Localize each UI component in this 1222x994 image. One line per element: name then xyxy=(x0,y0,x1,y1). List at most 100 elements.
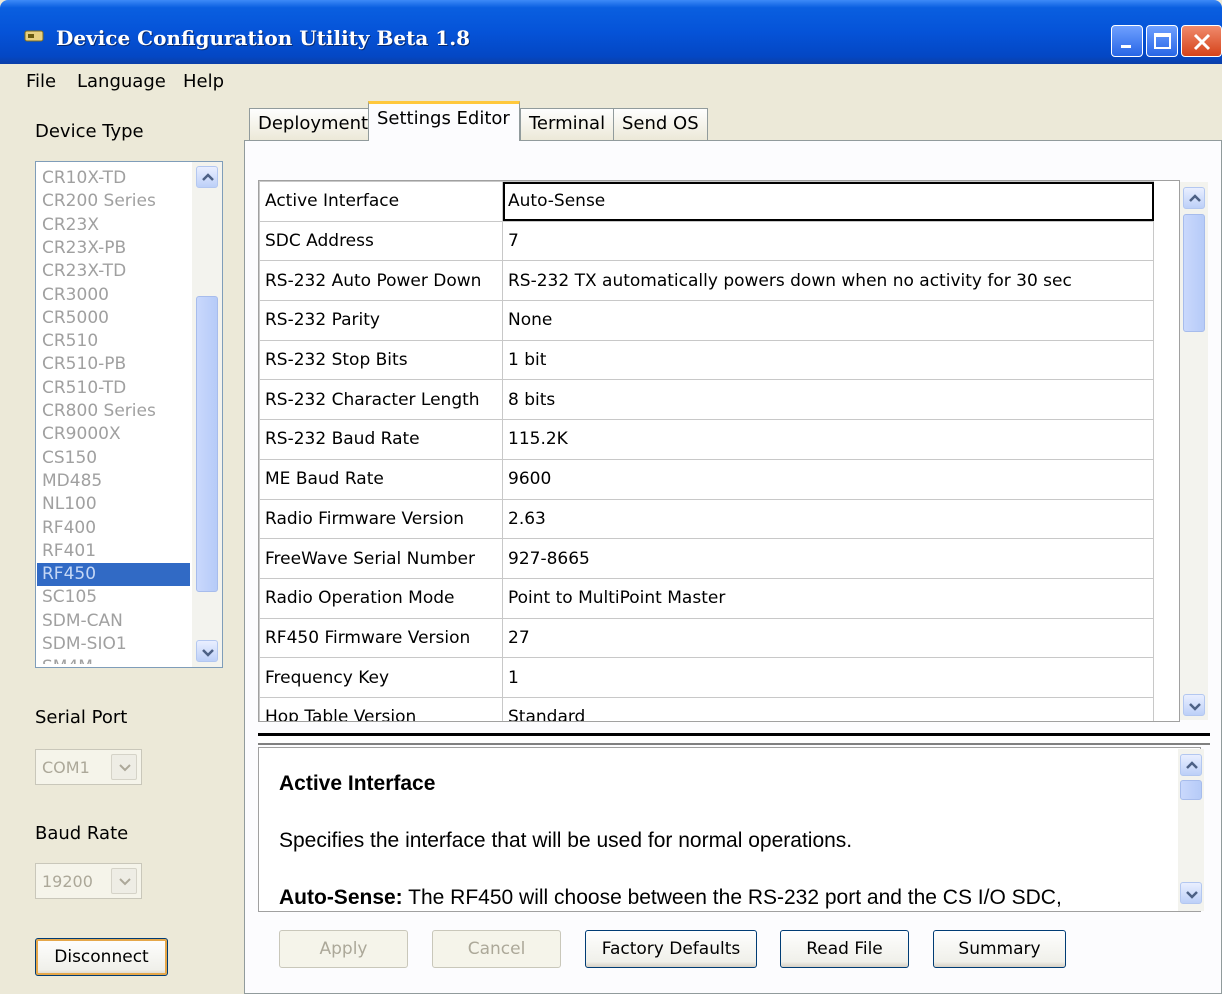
setting-name: RS-232 Stop Bits xyxy=(259,339,503,381)
tab-settings-editor[interactable]: Settings Editor xyxy=(368,101,520,141)
setting-name: RF450 Firmware Version xyxy=(259,617,503,659)
setting-row[interactable]: FreeWave Serial Number 927-8665 xyxy=(259,538,1154,579)
device-list-item[interactable]: SDM-CAN xyxy=(42,610,192,633)
setting-row[interactable]: RF450 Firmware Version 27 xyxy=(259,617,1154,659)
baud-rate-value: 19200 xyxy=(42,872,93,891)
serial-port-label: Serial Port xyxy=(35,707,128,728)
cancel-button[interactable]: Cancel xyxy=(432,930,561,968)
device-list-item[interactable]: RF400 xyxy=(42,517,192,540)
factory-defaults-button[interactable]: Factory Defaults xyxy=(585,930,757,968)
setting-row[interactable]: RS-232 Stop Bits 1 bit xyxy=(259,339,1154,381)
setting-value[interactable]: Standard xyxy=(502,696,1154,721)
device-list-item[interactable]: CR3000 xyxy=(42,284,192,307)
title-bar: Device Configuration Utility Beta 1.8 xyxy=(0,0,1222,64)
read-file-button[interactable]: Read File xyxy=(780,930,909,968)
device-list-item[interactable]: RF401 xyxy=(42,540,192,563)
device-type-label: Device Type xyxy=(35,121,144,142)
setting-name: RS-232 Parity xyxy=(259,300,503,341)
setting-value[interactable]: 927-8665 xyxy=(502,538,1154,579)
device-list-item[interactable]: SM4M xyxy=(42,656,192,664)
setting-row[interactable]: Hop Table Version Standard xyxy=(259,696,1154,721)
device-list-item[interactable]: MD485 xyxy=(42,470,192,493)
splitter[interactable] xyxy=(258,733,1210,745)
setting-value[interactable]: 8 bits xyxy=(502,379,1154,421)
device-list-item[interactable]: CS150 xyxy=(42,447,192,470)
scroll-down-button[interactable] xyxy=(1183,694,1205,716)
setting-row[interactable]: Active Interface Auto-Sense xyxy=(259,181,1154,222)
setting-value[interactable]: RS-232 TX automatically powers down when… xyxy=(502,260,1154,302)
device-list-item[interactable]: RF450 xyxy=(37,563,190,587)
setting-row[interactable]: Frequency Key 1 xyxy=(259,657,1154,698)
setting-value[interactable]: 9600 xyxy=(502,458,1154,500)
setting-name: RS-232 Auto Power Down xyxy=(259,260,503,302)
scroll-thumb[interactable] xyxy=(196,296,218,592)
setting-value[interactable]: 7 xyxy=(502,220,1154,262)
scroll-up-button[interactable] xyxy=(196,166,218,188)
device-list-item[interactable]: CR23X xyxy=(42,214,192,237)
menu-bar: File Language Help xyxy=(0,64,1222,98)
setting-value[interactable]: Point to MultiPoint Master xyxy=(502,577,1154,619)
setting-row[interactable]: RS-232 Parity None xyxy=(259,300,1154,341)
disconnect-button[interactable]: Disconnect xyxy=(35,938,168,976)
device-list-scrollbar[interactable] xyxy=(192,162,222,667)
device-list-item[interactable]: CR9000X xyxy=(42,423,192,446)
device-list-item[interactable]: CR510-PB xyxy=(42,353,192,376)
device-list-item[interactable]: CR23X-PB xyxy=(42,237,192,260)
setting-value[interactable]: 115.2K xyxy=(502,419,1154,460)
close-button[interactable] xyxy=(1181,25,1222,57)
scroll-thumb[interactable] xyxy=(1183,214,1205,332)
scroll-down-button[interactable] xyxy=(196,640,218,662)
apply-button[interactable]: Apply xyxy=(279,930,408,968)
setting-row[interactable]: Radio Operation Mode Point to MultiPoint … xyxy=(259,577,1154,619)
baud-rate-select[interactable]: 19200 xyxy=(35,863,142,899)
setting-row[interactable]: Radio Firmware Version 2.63 xyxy=(259,498,1154,540)
setting-row[interactable]: RS-232 Auto Power Down RS-232 TX automati… xyxy=(259,260,1154,302)
tab-send-os[interactable]: Send OS xyxy=(613,108,708,140)
setting-value[interactable]: 1 xyxy=(502,657,1154,698)
device-list-item[interactable]: NL100 xyxy=(42,493,192,516)
serial-port-select[interactable]: COM1 xyxy=(35,749,142,785)
setting-value[interactable]: Auto-Sense xyxy=(502,181,1154,222)
setting-value[interactable]: 27 xyxy=(502,617,1154,659)
setting-name: FreeWave Serial Number xyxy=(259,538,503,579)
device-list-item[interactable]: CR23X-TD xyxy=(42,260,192,283)
device-list-item[interactable]: CR5000 xyxy=(42,307,192,330)
tab-deployment[interactable]: Deployment xyxy=(249,108,378,140)
scroll-down-button[interactable] xyxy=(1180,882,1202,904)
menu-file[interactable]: File xyxy=(26,71,56,92)
scroll-up-button[interactable] xyxy=(1180,754,1202,776)
device-list-item[interactable]: CR10X-TD xyxy=(42,167,192,190)
device-list-item[interactable]: CR800 Series xyxy=(42,400,192,423)
description-scrollbar[interactable] xyxy=(1178,749,1204,911)
maximize-button[interactable] xyxy=(1146,25,1178,57)
scroll-thumb[interactable] xyxy=(1180,780,1202,800)
setting-row[interactable]: SDC Address 7 xyxy=(259,220,1154,262)
setting-name: ME Baud Rate xyxy=(259,458,503,500)
setting-row[interactable]: RS-232 Character Length 8 bits xyxy=(259,379,1154,421)
settings-grid-scrollbar[interactable] xyxy=(1180,182,1208,720)
setting-name: Active Interface xyxy=(259,181,503,222)
tab-terminal[interactable]: Terminal xyxy=(520,108,615,140)
device-list-item[interactable]: SC105 xyxy=(42,586,192,609)
device-list-item[interactable]: CR510 xyxy=(42,330,192,353)
minimize-icon xyxy=(1121,45,1131,48)
setting-value[interactable]: 1 bit xyxy=(502,339,1154,381)
device-list-item[interactable]: SDM-SIO1 xyxy=(42,633,192,656)
setting-value[interactable]: 2.63 xyxy=(502,498,1154,540)
device-list-item[interactable]: CR510-TD xyxy=(42,377,192,400)
minimize-button[interactable] xyxy=(1111,25,1143,57)
description-panel: Active Interface Specifies the interface… xyxy=(258,747,1201,912)
app-icon xyxy=(24,30,44,42)
device-list-item[interactable]: CR200 Series xyxy=(42,190,192,213)
menu-language[interactable]: Language xyxy=(77,71,166,92)
setting-row[interactable]: ME Baud Rate 9600 xyxy=(259,458,1154,500)
scroll-up-button[interactable] xyxy=(1183,187,1205,209)
settings-grid[interactable]: Active Interface Auto-Sense SDC Address 7 RS… xyxy=(258,180,1180,722)
summary-button[interactable]: Summary xyxy=(933,930,1066,968)
chevron-up-icon xyxy=(1186,761,1198,769)
setting-name: Hop Table Version xyxy=(259,696,503,721)
setting-value[interactable]: None xyxy=(502,300,1154,341)
setting-row[interactable]: RS-232 Baud Rate 115.2K xyxy=(259,419,1154,460)
menu-help[interactable]: Help xyxy=(183,71,224,92)
device-type-list[interactable]: CR10X-TD CR200 Series CR23X CR23X-PB CR23X-T… xyxy=(35,161,223,668)
